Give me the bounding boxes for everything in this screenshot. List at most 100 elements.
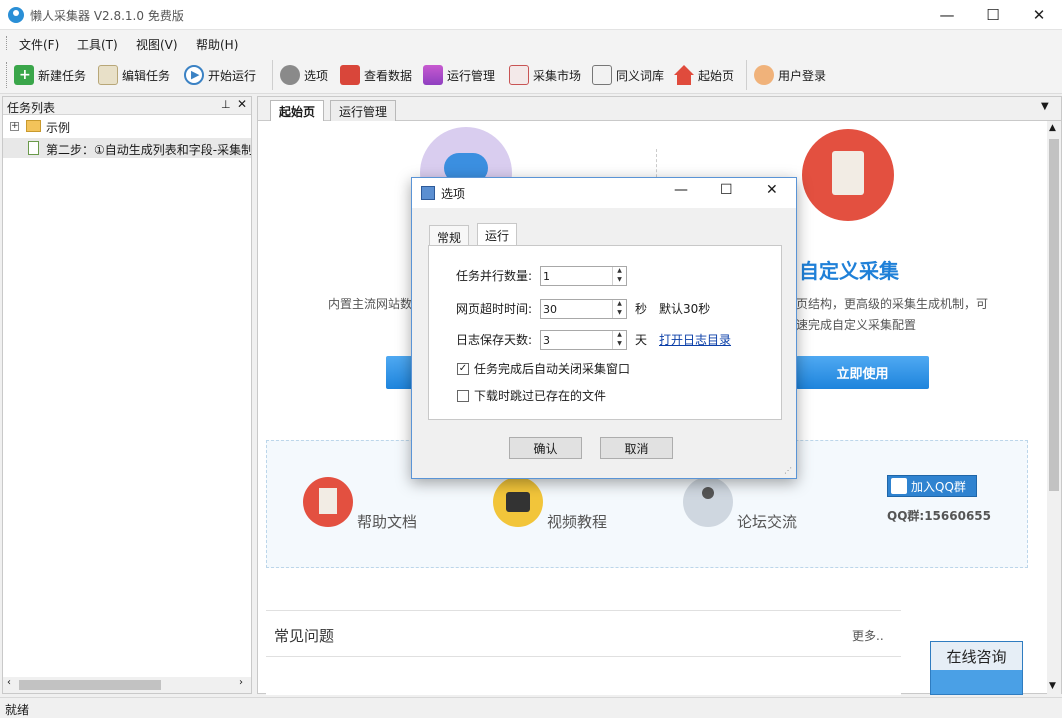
vscroll-thumb[interactable] <box>1049 139 1059 491</box>
view-data-button[interactable]: 查看数据 <box>340 64 412 86</box>
auto-close-check-icon[interactable]: ✓ <box>457 362 469 375</box>
video-tutorial-link[interactable]: 视频教程 <box>547 511 607 532</box>
market-button[interactable]: 采集市场 <box>509 64 581 86</box>
options-dialog: 选项 — ☐ ✕ 常规 运行 任务并行数量: 1 ▲ ▼ 网页超时时间: 30 ▲… <box>411 177 797 479</box>
open-log-link[interactable]: 打开日志目录 <box>659 331 731 348</box>
online-consult-widget[interactable]: 在线咨询 <box>930 641 1023 695</box>
use-now-button[interactable]: 立即使用 <box>796 356 929 389</box>
parallel-stepper[interactable]: 1 ▲ ▼ <box>540 266 627 286</box>
timeout-default-note: 默认30秒 <box>659 302 711 316</box>
gear-icon <box>280 65 300 85</box>
menu-help[interactable]: 帮助(H) <box>196 36 238 53</box>
minimize-button[interactable]: — <box>924 0 970 30</box>
vertical-scrollbar[interactable]: ▲ ▼ <box>1047 121 1061 695</box>
toolbar-grip <box>6 62 8 88</box>
timeout-value: 30 <box>543 302 557 316</box>
task-list-title: 任务列表 <box>7 101 56 115</box>
join-qq-button[interactable]: 加入QQ群 <box>887 475 977 497</box>
custom-collect-icon <box>802 129 894 221</box>
online-consult-label: 在线咨询 <box>931 642 1022 670</box>
skip-existing-checkbox[interactable]: 下载时跳过已存在的文件 <box>457 387 606 404</box>
tab-run[interactable]: 运行 <box>477 223 518 246</box>
stepper-up-icon[interactable]: ▲ <box>613 300 626 309</box>
stepper-down-icon[interactable]: ▼ <box>613 309 626 318</box>
options-button[interactable]: 选项 <box>280 64 328 86</box>
menu-view[interactable]: 视图(V) <box>136 36 178 53</box>
logdays-stepper[interactable]: 3 ▲ ▼ <box>540 330 627 350</box>
home-icon <box>674 65 694 85</box>
tab-dropdown-icon[interactable]: ▼ <box>1041 101 1049 112</box>
resize-grip-icon[interactable]: ⋰ <box>784 466 792 475</box>
cancel-button[interactable]: 取消 <box>600 437 673 459</box>
menu-tools[interactable]: 工具(T) <box>77 36 118 53</box>
dialog-minimize-button[interactable]: — <box>674 182 688 198</box>
toolbar-separator <box>272 60 273 90</box>
scroll-up-icon[interactable]: ▲ <box>1049 123 1056 133</box>
new-task-button[interactable]: + 新建任务 <box>14 64 86 86</box>
market-label: 采集市场 <box>533 68 582 83</box>
faq-more-link[interactable]: 更多.. <box>852 627 884 644</box>
login-button[interactable]: 用户登录 <box>754 64 826 86</box>
status-text: 就绪 <box>5 703 30 717</box>
auto-close-checkbox[interactable]: ✓ 任务完成后自动关闭采集窗口 <box>457 360 630 377</box>
custom-desc-1: 页结构，更高级的采集生成机制，可 <box>796 297 989 311</box>
status-bar: 就绪 <box>0 697 1062 718</box>
stepper-down-icon[interactable]: ▼ <box>613 276 626 285</box>
timeout-stepper[interactable]: 30 ▲ ▼ <box>540 299 627 319</box>
video-icon[interactable] <box>493 477 543 527</box>
help-docs-link[interactable]: 帮助文档 <box>357 511 417 532</box>
stepper-down-icon[interactable]: ▼ <box>613 340 626 349</box>
start-run-label: 开始运行 <box>208 68 257 83</box>
scrollbar-thumb[interactable] <box>19 680 161 690</box>
pin-icon[interactable]: ⊥ <box>221 98 231 111</box>
edit-task-button[interactable]: 编辑任务 <box>98 64 170 86</box>
close-button[interactable]: ✕ <box>1016 0 1062 30</box>
maximize-button[interactable]: ☐ <box>970 0 1016 30</box>
document-tabs: 起始页 运行管理 ▼ <box>258 97 1061 121</box>
dialog-maximize-button[interactable]: ☐ <box>720 182 733 198</box>
stepper-up-icon[interactable]: ▲ <box>613 331 626 340</box>
scroll-right-icon[interactable]: › <box>239 677 243 688</box>
tree-item-example[interactable]: 示例 <box>46 119 70 136</box>
run-manage-button[interactable]: 运行管理 <box>423 64 495 86</box>
custom-collect-title: 自定义采集 <box>799 259 899 283</box>
logdays-label: 日志保存天数: <box>456 333 533 347</box>
tree-item-task[interactable]: 第二步：①自动生成列表和字段-采集制 <box>46 141 251 158</box>
start-run-button[interactable]: ▶ 开始运行 <box>184 64 256 86</box>
ok-button[interactable]: 确认 <box>509 437 582 459</box>
qq-icon <box>891 478 907 494</box>
stepper-up-icon[interactable]: ▲ <box>613 267 626 276</box>
dialog-app-icon <box>421 186 435 200</box>
dialog-close-button[interactable]: ✕ <box>766 182 778 198</box>
home-button[interactable]: 起始页 <box>674 64 734 86</box>
database-icon <box>423 65 443 85</box>
window-title: 懒人采集器 V2.8.1.0 免费版 <box>30 9 184 23</box>
toolbar-separator <box>746 60 747 90</box>
tab-run-manage[interactable]: 运行管理 <box>330 100 397 121</box>
tab-general[interactable]: 常规 <box>429 225 470 246</box>
parallel-value: 1 <box>543 269 550 283</box>
builtin-desc: 内置主流网站数 <box>328 297 413 311</box>
synonyms-button[interactable]: 同义词库 <box>592 64 664 86</box>
expand-icon[interactable]: + <box>10 122 19 131</box>
task-file-icon <box>28 141 39 155</box>
logdays-value: 3 <box>543 333 550 347</box>
menu-bar: 文件(F) 工具(T) 视图(V) 帮助(H) <box>0 30 1062 56</box>
scroll-left-icon[interactable]: ‹ <box>7 677 11 688</box>
menu-file[interactable]: 文件(F) <box>19 36 59 53</box>
toolbar: + 新建任务 编辑任务 ▶ 开始运行 选项 查看数据 运行管理 采集市场 同义词… <box>0 56 1062 94</box>
forum-icon[interactable] <box>683 477 733 527</box>
options-label: 选项 <box>304 68 329 83</box>
timeout-label: 网页超时时间: <box>456 302 533 316</box>
app-logo-icon <box>8 7 24 23</box>
forum-link[interactable]: 论坛交流 <box>737 511 797 532</box>
tab-home[interactable]: 起始页 <box>270 100 325 121</box>
scroll-down-icon[interactable]: ▼ <box>1049 681 1056 691</box>
close-panel-icon[interactable]: ✕ <box>237 97 247 111</box>
add-icon: + <box>14 65 34 85</box>
help-doc-icon[interactable] <box>303 477 353 527</box>
faq-title: 常见问题 <box>274 627 335 645</box>
new-task-label: 新建任务 <box>38 68 87 83</box>
horizontal-scrollbar[interactable]: ‹ › <box>3 677 251 693</box>
skip-existing-check-icon[interactable] <box>457 389 469 402</box>
